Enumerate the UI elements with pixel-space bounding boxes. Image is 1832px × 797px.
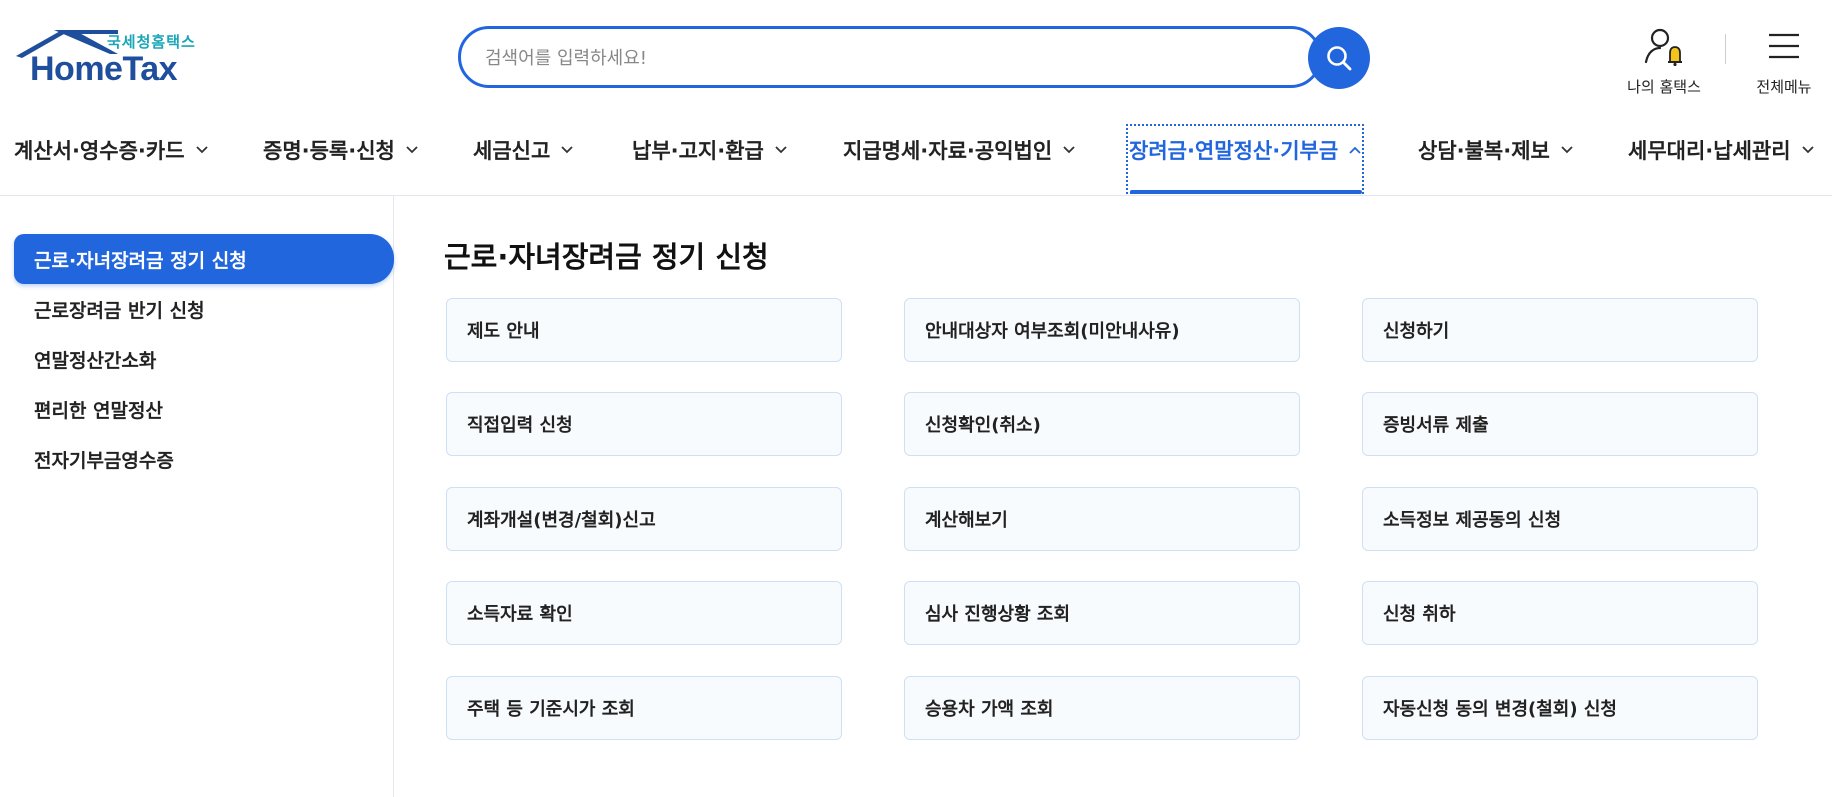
card-submit-documents[interactable]: 증빙서류 제출 [1362, 392, 1758, 456]
card-apply[interactable]: 신청하기 [1362, 298, 1758, 362]
my-hometax-label: 나의 홈택스 [1627, 78, 1701, 96]
gnb-item-invoice-receipt-card[interactable]: 계산서·영수증·카드 [14, 130, 209, 170]
chevron-down-icon [561, 146, 573, 154]
gnb-item-label: 세금신고 [473, 139, 551, 163]
all-menu-button[interactable]: 전체메뉴 [1748, 24, 1820, 97]
logo-subtitle: 국세청홈택스 [107, 33, 196, 51]
gnb-item-incentive-year-end[interactable]: 장려금·연말정산·기부금 [1129, 130, 1362, 170]
sidebar: 근로·자녀장려금 정기 신청 근로장려금 반기 신청 연말정산간소화 편리한 연… [0, 196, 394, 797]
card-housing-standard-price[interactable]: 주택 등 기준시가 조회 [446, 676, 842, 740]
card-auto-apply-consent-change[interactable]: 자동신청 동의 변경(철회) 신청 [1362, 676, 1758, 740]
gnb-item-label: 세무대리·납세관리 [1628, 139, 1791, 163]
util-divider [1725, 34, 1726, 64]
sidebar-item-half-year-incentive[interactable]: 근로장려금 반기 신청 [14, 284, 394, 334]
gnb-item-label: 납부·고지·환급 [632, 139, 764, 163]
gnb-item-label: 증명·등록·신청 [263, 139, 395, 163]
card-review-status[interactable]: 심사 진행상황 조회 [904, 581, 1300, 645]
gnb-item-label: 지급명세·자료·공익법인 [843, 139, 1053, 163]
sidebar-item-regular-incentive[interactable]: 근로·자녀장려금 정기 신청 [14, 234, 394, 284]
card-car-value[interactable]: 승용차 가액 조회 [904, 676, 1300, 740]
gnb-item-label: 장려금·연말정산·기부금 [1129, 139, 1339, 163]
card-calculate[interactable]: 계산해보기 [904, 487, 1300, 551]
my-hometax-link[interactable]: 나의 홈택스 [1618, 24, 1710, 97]
gnb-item-tax-filing[interactable]: 세금신고 [473, 130, 574, 170]
gnb-item-certificate-registration[interactable]: 증명·등록·신청 [263, 130, 419, 170]
gnb-item-label: 상담·불복·제보 [1418, 139, 1550, 163]
hamburger-menu-icon [1769, 33, 1799, 59]
card-eligibility-check[interactable]: 안내대상자 여부조회(미안내사유) [904, 298, 1300, 362]
card-application-check-cancel[interactable]: 신청확인(취소) [904, 392, 1300, 456]
search-icon [1327, 46, 1352, 71]
card-withdraw-application[interactable]: 신청 취하 [1362, 581, 1758, 645]
search-input[interactable] [485, 43, 1265, 73]
chevron-down-icon [1063, 146, 1075, 154]
chevron-down-icon [406, 146, 418, 154]
gnb-item-label: 계산서·영수증·카드 [14, 139, 185, 163]
card-income-info-consent[interactable]: 소득정보 제공동의 신청 [1362, 487, 1758, 551]
card-income-data-check[interactable]: 소득자료 확인 [446, 581, 842, 645]
global-nav: 계산서·영수증·카드 증명·등록·신청 세금신고 납부·고지·환급 지급명세·자… [0, 120, 1832, 194]
gnb-item-payment-refund[interactable]: 납부·고지·환급 [632, 130, 788, 170]
sidebar-item-easy-year-end[interactable]: 편리한 연말정산 [14, 384, 394, 434]
gnb-item-tax-agent[interactable]: 세무대리·납세관리 [1628, 130, 1815, 170]
sidebar-item-e-donation-receipt[interactable]: 전자기부금영수증 [14, 434, 394, 484]
chevron-down-icon [1561, 146, 1573, 154]
card-system-guide[interactable]: 제도 안내 [446, 298, 842, 362]
sidebar-item-year-end-simplified[interactable]: 연말정산간소화 [14, 334, 394, 384]
chevron-down-icon [195, 146, 208, 154]
gnb-item-consult-appeal[interactable]: 상담·불복·제보 [1418, 130, 1574, 170]
logo-title: HomeTax [30, 50, 178, 88]
header: 국세청홈택스 HomeTax 나의 홈택스 [0, 0, 1832, 196]
chevron-down-icon [1801, 146, 1814, 154]
chevron-down-icon [775, 146, 787, 154]
card-account-report[interactable]: 계좌개설(변경/철회)신고 [446, 487, 842, 551]
search-box [458, 26, 1322, 88]
hometax-logo[interactable]: 국세청홈택스 HomeTax [14, 26, 204, 90]
chevron-up-icon [1349, 146, 1361, 154]
gnb-item-payment-statement[interactable]: 지급명세·자료·공익법인 [843, 130, 1076, 170]
search-button[interactable] [1308, 27, 1370, 89]
all-menu-label: 전체메뉴 [1756, 78, 1812, 96]
user-bell-icon [1644, 28, 1682, 66]
card-direct-input-apply[interactable]: 직접입력 신청 [446, 392, 842, 456]
page-title: 근로·자녀장려금 정기 신청 [444, 240, 769, 274]
